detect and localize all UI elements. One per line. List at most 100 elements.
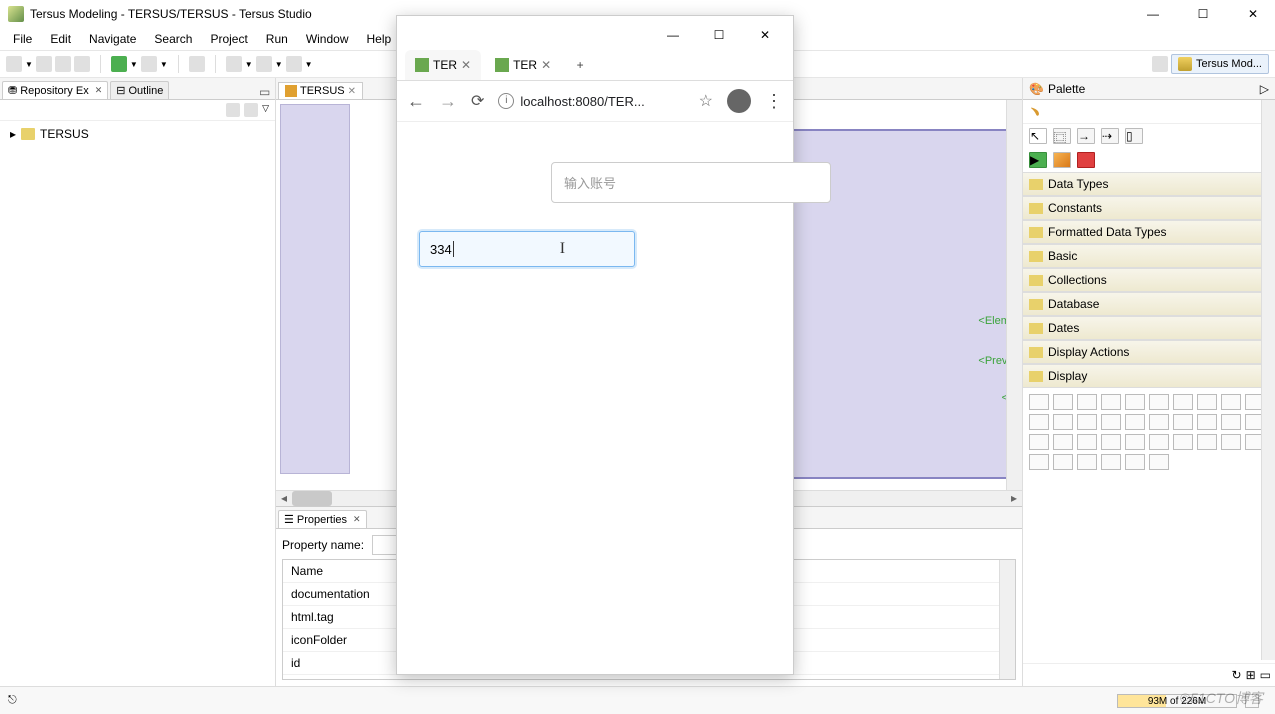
palette-category[interactable]: Data Types (1023, 172, 1275, 196)
widget-icon[interactable] (1029, 434, 1049, 450)
widget-icon[interactable] (1173, 434, 1193, 450)
palette-action-icon[interactable]: ⊞ (1246, 668, 1256, 682)
marquee-tool-icon[interactable]: ⿴ (1053, 128, 1071, 144)
widget-icon[interactable] (1125, 434, 1145, 450)
widget-icon[interactable] (1101, 414, 1121, 430)
widget-icon[interactable] (1029, 394, 1049, 410)
editor-tab[interactable]: TERSUS ✕ (278, 82, 363, 99)
menu-navigate[interactable]: Navigate (82, 30, 143, 48)
dropdown-icon[interactable]: ▼ (160, 60, 168, 69)
minimize-view-icon[interactable]: ▭ (259, 85, 273, 99)
widget-icon[interactable] (1077, 434, 1097, 450)
run-tool-icon[interactable]: ▶ (1029, 152, 1047, 168)
widget-icon[interactable] (1149, 394, 1169, 410)
value-input[interactable]: 334 I (419, 231, 635, 267)
config-icon[interactable] (141, 56, 157, 72)
chevron-right-icon[interactable]: ▷ (1260, 82, 1269, 96)
close-icon[interactable]: ✕ (348, 86, 356, 97)
scroll-thumb[interactable] (292, 491, 332, 506)
menu-run[interactable]: Run (259, 30, 295, 48)
widget-icon[interactable] (1053, 434, 1073, 450)
widget-icon[interactable] (1101, 454, 1121, 470)
back-button[interactable]: ← (407, 91, 425, 112)
widget-icon[interactable] (1029, 454, 1049, 470)
view-menu-icon[interactable]: ▽ (262, 103, 269, 117)
widget-icon[interactable] (1053, 414, 1073, 430)
widget-icon[interactable] (1221, 434, 1241, 450)
widget-icon[interactable] (1125, 454, 1145, 470)
menu-file[interactable]: File (6, 30, 39, 48)
info-icon[interactable]: i (498, 93, 514, 109)
widget-icon[interactable] (1173, 414, 1193, 430)
profile-avatar[interactable] (727, 89, 751, 113)
widget-icon[interactable] (1149, 454, 1169, 470)
run-icon[interactable] (111, 56, 127, 72)
nav3-icon[interactable] (286, 56, 302, 72)
palette-category[interactable]: Display (1023, 364, 1275, 388)
tab-outline[interactable]: ⊟ Outline (110, 81, 169, 99)
search-tool-icon[interactable] (189, 56, 205, 72)
widget-icon[interactable] (1053, 454, 1073, 470)
palette-category[interactable]: Basic (1023, 244, 1275, 268)
save-icon[interactable] (36, 56, 52, 72)
widget-icon[interactable] (1053, 394, 1073, 410)
select-tool-icon[interactable]: ↖ (1029, 128, 1047, 144)
palette-category[interactable]: Display Actions (1023, 340, 1275, 364)
widget-icon[interactable] (1101, 394, 1121, 410)
browser-maximize-button[interactable]: ☐ (705, 24, 733, 46)
model-box[interactable] (280, 104, 350, 474)
browser-tab[interactable]: TER ✕ (485, 50, 561, 80)
browser-minimize-button[interactable]: — (659, 24, 687, 46)
close-icon[interactable]: ✕ (541, 58, 551, 72)
widget-icon[interactable] (1197, 434, 1217, 450)
open-perspective-icon[interactable] (1152, 56, 1168, 72)
forward-button[interactable]: → (439, 91, 457, 112)
dashed-arrow-tool-icon[interactable]: ⇢ (1101, 128, 1119, 144)
widget-icon[interactable] (1149, 414, 1169, 430)
widget-icon[interactable] (1029, 414, 1049, 430)
widget-icon[interactable] (1221, 394, 1241, 410)
menu-help[interactable]: Help (360, 30, 399, 48)
saveall-icon[interactable] (55, 56, 71, 72)
browser-tab[interactable]: TER ✕ (405, 50, 481, 80)
close-button[interactable]: ✕ (1239, 4, 1267, 24)
close-icon[interactable]: ✕ (353, 514, 361, 525)
scroll-left-icon[interactable]: ◂ (276, 491, 292, 506)
dropdown-icon[interactable]: ▼ (130, 60, 138, 69)
step-tool-icon[interactable] (1053, 152, 1071, 168)
expand-icon[interactable]: ▸ (10, 127, 16, 141)
vertical-scrollbar[interactable] (1006, 100, 1022, 490)
reload-button[interactable]: ⟳ (471, 91, 484, 111)
new-icon[interactable] (6, 56, 22, 72)
menu-kebab-icon[interactable]: ⋮ (765, 91, 783, 112)
dropdown-icon[interactable]: ▼ (245, 60, 253, 69)
widget-icon[interactable] (1077, 394, 1097, 410)
vertical-scrollbar[interactable] (999, 560, 1015, 679)
browser-close-button[interactable]: ✕ (751, 24, 779, 46)
collapse-icon[interactable] (226, 103, 240, 117)
account-input[interactable]: 输入账号 (551, 162, 831, 203)
print-icon[interactable] (74, 56, 90, 72)
palette-category[interactable]: Database (1023, 292, 1275, 316)
tab-repository[interactable]: ⛃ Repository Ex ✕ (2, 81, 108, 99)
minimize-button[interactable]: — (1139, 4, 1167, 24)
brush-icon[interactable]: ﹅ (1029, 105, 1041, 119)
palette-category[interactable]: Collections (1023, 268, 1275, 292)
widget-icon[interactable] (1077, 414, 1097, 430)
menu-edit[interactable]: Edit (43, 30, 78, 48)
widget-icon[interactable] (1197, 414, 1217, 430)
link-icon[interactable] (244, 103, 258, 117)
address-bar[interactable]: i localhost:8080/TER... (498, 93, 684, 109)
dropdown-icon[interactable]: ▼ (25, 60, 33, 69)
new-tab-button[interactable]: + (569, 54, 591, 76)
widget-icon[interactable] (1173, 394, 1193, 410)
close-icon[interactable]: ✕ (461, 58, 471, 72)
palette-category[interactable]: Dates (1023, 316, 1275, 340)
scroll-right-icon[interactable]: ▸ (1006, 491, 1022, 506)
tab-properties[interactable]: ☰ Properties ✕ (278, 510, 367, 528)
close-icon[interactable]: ✕ (95, 85, 103, 96)
nav2-icon[interactable] (256, 56, 272, 72)
maximize-button[interactable]: ☐ (1189, 4, 1217, 24)
perspective-button[interactable]: Tersus Mod... (1171, 54, 1269, 74)
widget-icon[interactable] (1101, 434, 1121, 450)
